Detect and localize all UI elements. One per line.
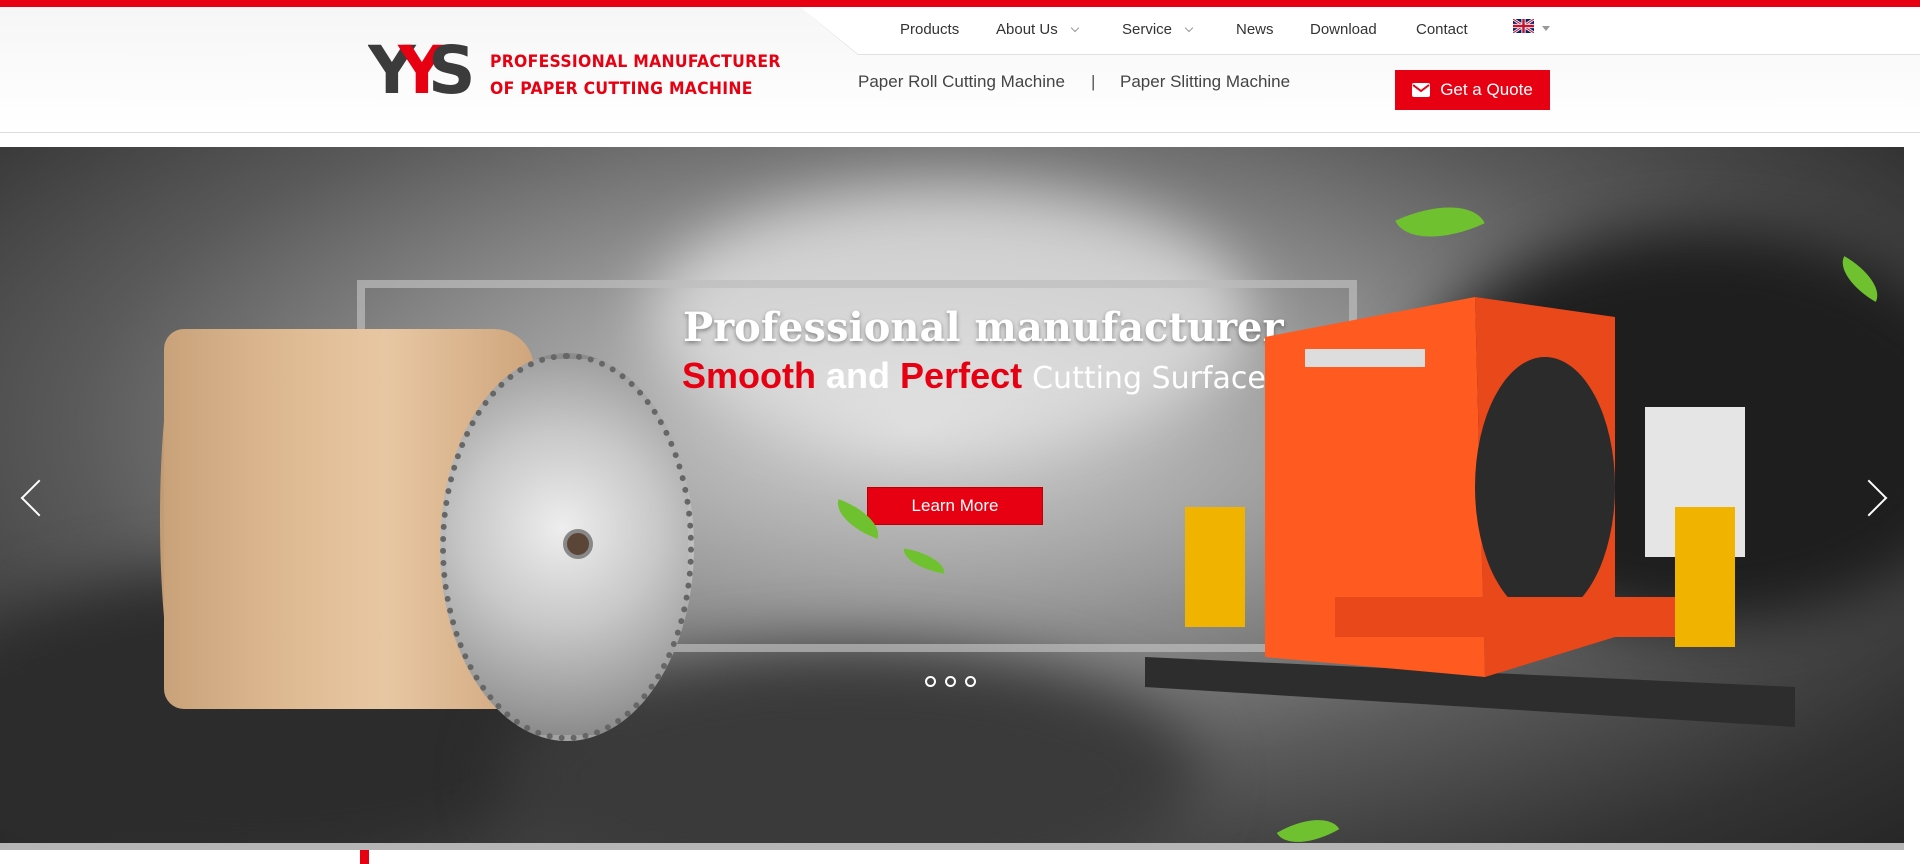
svg-text:S: S xyxy=(428,33,476,103)
leaf-decoration xyxy=(1395,186,1485,258)
slide-dot-3[interactable] xyxy=(965,676,976,687)
subnav-paper-roll-cutting[interactable]: Paper Roll Cutting Machine xyxy=(858,72,1065,92)
next-slide-arrow-icon[interactable] xyxy=(1860,477,1890,517)
nav-item-label: Products xyxy=(900,21,960,38)
get-a-quote-label: Get a Quote xyxy=(1440,80,1533,99)
hero-slider: Professional manufacturer Smooth and Per… xyxy=(0,147,1904,850)
chevron-down-icon xyxy=(1070,23,1079,32)
chevron-down-icon xyxy=(1184,23,1194,32)
nav-item-service[interactable]: Service xyxy=(1122,21,1194,38)
logo-tagline-line-2: OF PAPER CUTTING MACHINE xyxy=(490,79,753,99)
subnav-paper-slitting[interactable]: Paper Slitting Machine xyxy=(1120,72,1290,92)
learn-more-button[interactable]: Learn More xyxy=(867,487,1043,525)
nav-item-news[interactable]: News xyxy=(1236,21,1274,38)
slide-dot-1[interactable] xyxy=(925,676,936,687)
nav-item-label: News xyxy=(1236,21,1274,38)
top-accent-bar xyxy=(0,0,1920,7)
nav-item-label: Contact xyxy=(1416,21,1468,38)
slide-dots xyxy=(925,676,976,687)
paper-cutting-machine-image xyxy=(1145,297,1795,727)
site-logo[interactable]: Y Y S PROFESSIONAL MANUFACTURER OF PAPER… xyxy=(368,33,780,113)
uk-flag-icon[interactable] xyxy=(1513,19,1534,33)
logo-tagline: PROFESSIONAL MANUFACTURER OF PAPER CUTTI… xyxy=(490,49,781,103)
prev-slide-arrow-icon[interactable] xyxy=(18,477,48,517)
hero-sub-smooth: Smooth xyxy=(682,355,816,396)
nav-item-download[interactable]: Download xyxy=(1310,21,1377,38)
nav-item-label: Download xyxy=(1310,21,1377,38)
site-header: Y Y S PROFESSIONAL MANUFACTURER OF PAPER… xyxy=(0,7,1920,133)
slide-dot-2[interactable] xyxy=(945,676,956,687)
yys-logo-icon: Y Y S xyxy=(368,33,476,103)
logo-tagline-line-1: PROFESSIONAL MANUFACTURER xyxy=(490,52,781,72)
nav-item-label: Service xyxy=(1122,21,1173,38)
language-caret-icon[interactable] xyxy=(1542,26,1550,31)
subnav-separator: | xyxy=(1091,72,1096,91)
section-marker xyxy=(360,850,369,864)
nav-item-label: About Us xyxy=(996,21,1058,38)
get-a-quote-button[interactable]: Get a Quote xyxy=(1395,70,1550,110)
nav-item-products[interactable]: Products xyxy=(900,21,959,38)
nav-item-about-us[interactable]: About Us xyxy=(996,21,1079,38)
hero-sub-perfect: Perfect xyxy=(900,355,1023,396)
envelope-icon xyxy=(1412,83,1431,97)
hero-sub-and: and xyxy=(826,355,891,396)
nav-item-contact[interactable]: Contact xyxy=(1416,21,1468,38)
